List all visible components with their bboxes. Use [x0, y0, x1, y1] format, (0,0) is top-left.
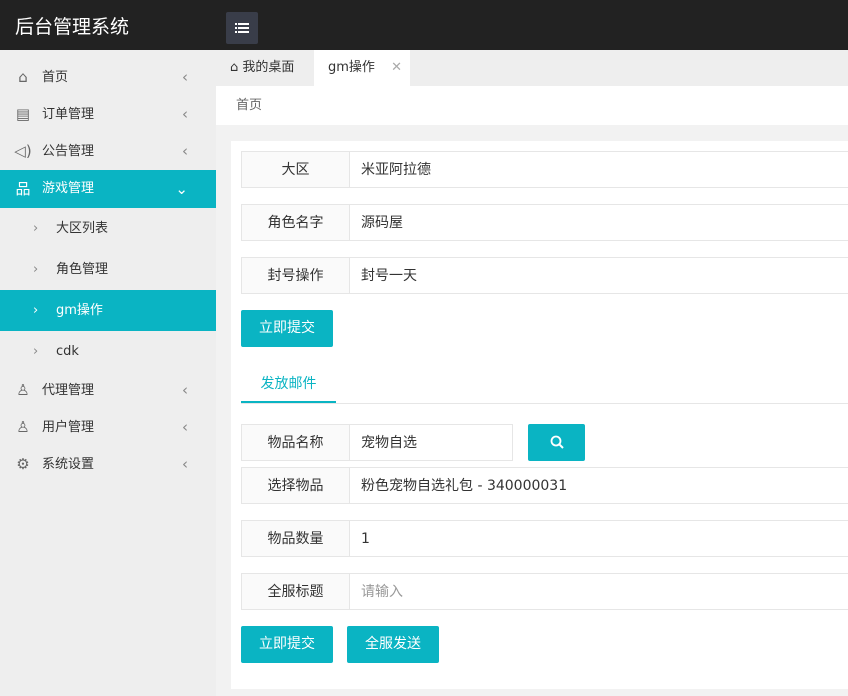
sidebar-subitem-cdk[interactable]: › cdk — [0, 331, 216, 372]
sidebar-item-orders[interactable]: ▤ 订单管理 ‹ — [0, 96, 216, 133]
item-name-label: 物品名称 — [241, 424, 350, 461]
sidebar-item-label: 公告管理 — [42, 144, 95, 159]
send-all-button[interactable]: 全服发送 — [347, 626, 439, 663]
chevron-left-icon: ‹ — [182, 68, 188, 86]
mail-tabs: 发放邮件 — [241, 365, 848, 404]
sidebar-item-label: 订单管理 — [42, 107, 95, 122]
menu-toggle-button[interactable] — [226, 12, 258, 44]
role-label: 角色名字 — [241, 204, 350, 241]
sidebar-subitem-regions[interactable]: › 大区列表 — [0, 208, 216, 249]
sidebar-item-games[interactable]: 品 游戏管理 ⌄ — [0, 170, 216, 208]
qty-field[interactable]: 1 — [349, 520, 848, 557]
ban-select[interactable]: 封号一天 — [349, 257, 848, 294]
home-icon: ⌂ — [230, 60, 239, 75]
sidebar-subitem-label: cdk — [56, 344, 79, 359]
gear-icon: ⚙ — [16, 455, 30, 473]
sidebar-item-settings[interactable]: ⚙ 系统设置 ‹ — [0, 446, 216, 483]
tab-label: gm操作 — [328, 60, 375, 75]
submit-ban-button[interactable]: 立即提交 — [241, 310, 333, 347]
select-item-label: 选择物品 — [241, 467, 350, 504]
item-name-field[interactable]: 宠物自选 — [349, 424, 513, 461]
sitemap-icon: 品 — [15, 180, 31, 198]
search-button[interactable] — [528, 424, 585, 461]
title-label: 全服标题 — [241, 573, 350, 610]
home-icon: ⌂ — [18, 68, 28, 86]
chevron-left-icon: ‹ — [182, 142, 188, 160]
chevron-down-icon: ⌄ — [175, 180, 188, 198]
sidebar-subitem-label: gm操作 — [56, 303, 103, 318]
app-header: 后台管理系统 — [0, 0, 848, 50]
sidebar-item-home[interactable]: ⌂ 首页 ‹ — [0, 59, 216, 96]
region-label: 大区 — [241, 151, 350, 188]
sidebar-item-label: 用户管理 — [42, 420, 95, 435]
region-select[interactable]: 米亚阿拉德 — [349, 151, 848, 188]
chevron-right-icon: › — [33, 303, 39, 318]
tab-send-mail[interactable]: 发放邮件 — [241, 365, 336, 403]
chevron-right-icon: › — [33, 221, 39, 236]
group-icon: ♙ — [16, 381, 30, 399]
sidebar-item-users[interactable]: ♙ 用户管理 ‹ — [0, 409, 216, 446]
title-field[interactable]: 请输入 — [349, 573, 848, 610]
chevron-right-icon: › — [33, 344, 39, 359]
tab-gm[interactable]: gm操作 ✕ — [314, 50, 410, 86]
tab-home[interactable]: ⌂ 我的桌面 — [230, 50, 294, 86]
role-name-field[interactable]: 源码屋 — [349, 204, 848, 241]
speaker-icon: ◁) — [14, 142, 32, 160]
tab-label: 我的桌面 — [242, 60, 295, 75]
chevron-left-icon: ‹ — [182, 455, 188, 473]
sidebar-item-agents[interactable]: ♙ 代理管理 ‹ — [0, 372, 216, 409]
sidebar-item-label: 游戏管理 — [42, 181, 95, 196]
submit-mail-button[interactable]: 立即提交 — [241, 626, 333, 663]
gm-form-card: 大区 米亚阿拉德 角色名字 源码屋 封号操作 封号一天 立即提交 发放邮件 物品… — [231, 141, 848, 689]
menu-icon — [235, 23, 249, 33]
tab-bar: ⌂ 我的桌面 gm操作 ✕ — [216, 50, 848, 86]
chevron-left-icon: ‹ — [182, 105, 188, 123]
app-title: 后台管理系统 — [15, 16, 130, 38]
breadcrumb[interactable]: 首页 — [216, 86, 848, 125]
sidebar-item-label: 首页 — [42, 70, 69, 85]
search-icon — [550, 435, 564, 449]
sidebar-subitem-label: 角色管理 — [56, 262, 109, 277]
sidebar-item-announcements[interactable]: ◁) 公告管理 ‹ — [0, 133, 216, 170]
chevron-left-icon: ‹ — [182, 418, 188, 436]
sidebar: ⌂ 首页 ‹ ▤ 订单管理 ‹ ◁) 公告管理 ‹ 品 游戏管理 ⌄ › 大区列… — [0, 50, 216, 696]
chevron-right-icon: › — [33, 262, 39, 277]
close-icon[interactable]: ✕ — [391, 60, 402, 75]
chevron-left-icon: ‹ — [182, 381, 188, 399]
item-select[interactable]: 粉色宠物自选礼包 - 340000031 — [349, 467, 848, 504]
sidebar-item-label: 系统设置 — [42, 457, 95, 472]
sidebar-item-label: 代理管理 — [42, 383, 95, 398]
qty-label: 物品数量 — [241, 520, 350, 557]
ban-label: 封号操作 — [241, 257, 350, 294]
sidebar-subitem-gm[interactable]: › gm操作 — [0, 290, 216, 331]
user-icon: ♙ — [16, 418, 30, 436]
sidebar-subitem-roles[interactable]: › 角色管理 — [0, 249, 216, 290]
document-icon: ▤ — [15, 105, 31, 123]
sidebar-subitem-label: 大区列表 — [56, 221, 109, 236]
